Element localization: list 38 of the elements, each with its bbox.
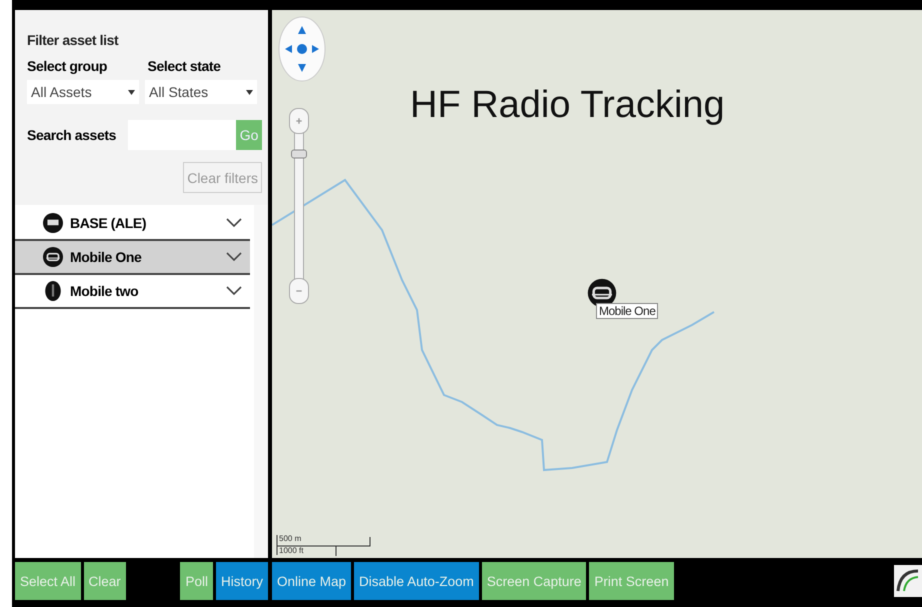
action-button[interactable]: Clear <box>84 562 126 600</box>
state-label: Select state <box>148 58 222 74</box>
marker-label: Mobile One <box>596 303 658 319</box>
action-button[interactable]: History <box>216 562 268 600</box>
handheld-radio-icon <box>43 281 63 301</box>
scale-metric-text: 500 m <box>279 534 302 543</box>
search-field[interactable] <box>128 120 236 150</box>
state-dropdown[interactable]: All States <box>145 80 257 104</box>
dropdown-caret-icon <box>128 90 135 94</box>
action-button[interactable]: Disable Auto-Zoom <box>354 562 479 600</box>
go-button[interactable]: Go <box>236 120 262 150</box>
clear-filters-button[interactable]: Clear filters <box>183 162 262 193</box>
dropdown-caret-icon <box>246 90 253 94</box>
base-station-icon <box>43 213 63 233</box>
group-label: Select group <box>27 58 108 74</box>
asset-name: Mobile One <box>70 249 142 265</box>
action-button[interactable]: Online Map <box>272 562 352 600</box>
action-button[interactable]: Screen Capture <box>482 562 586 600</box>
action-button[interactable]: Select All <box>15 562 81 600</box>
panel-title: Filter asset list <box>27 32 120 48</box>
chevron-down-icon[interactable] <box>226 218 242 228</box>
asset-list-item[interactable]: Mobile One <box>15 241 250 275</box>
vehicle-icon <box>43 247 63 267</box>
scrollbar[interactable] <box>254 205 268 558</box>
asset-list-item[interactable]: Mobile two <box>15 275 250 309</box>
company-logo-icon <box>894 565 922 597</box>
zoom-slider-thumb[interactable] <box>291 149 307 158</box>
action-button[interactable]: Print Screen <box>589 562 674 600</box>
chevron-down-icon[interactable] <box>226 252 242 262</box>
asset-name: BASE (ALE) <box>70 215 148 231</box>
asset-name: Mobile two <box>70 283 140 299</box>
group-dropdown[interactable]: All Assets <box>27 80 139 104</box>
scale-imperial-text: 1000 ft <box>279 546 304 555</box>
chevron-down-icon[interactable] <box>226 286 242 296</box>
map-title: HF Radio Tracking <box>410 84 725 127</box>
pan-control-icon[interactable] <box>278 16 326 82</box>
action-button[interactable]: Poll <box>180 562 213 600</box>
search-label: Search assets <box>27 127 117 143</box>
